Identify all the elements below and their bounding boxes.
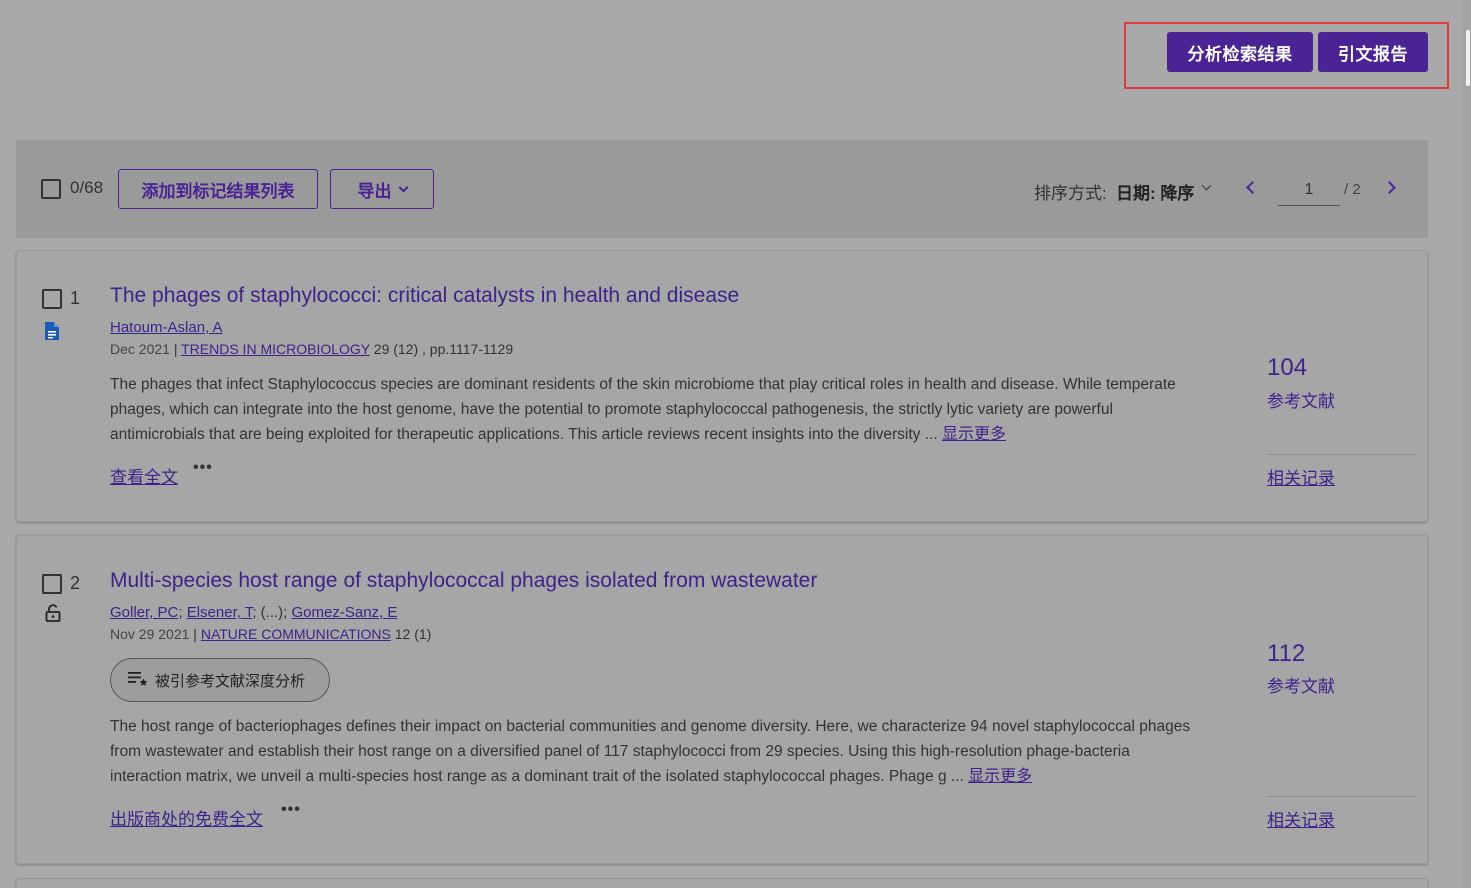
- add-to-marked-list-label: 添加到标记结果列表: [141, 181, 295, 201]
- document-icon: [43, 321, 61, 346]
- author-link[interactable]: Elsener, T: [187, 604, 253, 621]
- enriched-references-label: 被引参考文献深度分析: [155, 672, 306, 690]
- citation-label[interactable]: 参考文献: [1267, 672, 1335, 697]
- select-all-checkbox[interactable]: [41, 179, 61, 199]
- result-source: Dec 2021 | TRENDS IN MICROBIOLOGY 29 (12…: [110, 341, 513, 357]
- result-index: 1: [70, 288, 81, 308]
- divider: [1267, 796, 1417, 797]
- volume-pages: 29 (12) , pp.1117-1129: [373, 341, 514, 357]
- results-toolbar: 0/68 添加到标记结果列表 导出 排序方式: 日期: 降序 / 2: [16, 140, 1428, 238]
- author-link[interactable]: Hatoum-Aslan, A: [110, 319, 223, 336]
- citation-count-link[interactable]: 112: [1267, 640, 1305, 668]
- citation-count-link[interactable]: 104: [1267, 354, 1307, 382]
- result-checkbox[interactable]: [42, 574, 62, 594]
- volume-pages: 12 (1): [394, 626, 432, 642]
- previous-page-icon[interactable]: [1246, 181, 1259, 194]
- publication-date: Nov 29 2021: [110, 626, 190, 642]
- result-card: 2 Multi-species host range of staphyloco…: [16, 535, 1428, 864]
- result-authors: Goller, PC; Elsener, T; (...); Gomez-San…: [110, 604, 397, 621]
- result-index: 2: [70, 573, 81, 593]
- citation-label[interactable]: 参考文献: [1267, 387, 1335, 412]
- result-authors: Hatoum-Aslan, A: [110, 319, 223, 336]
- author-link[interactable]: Goller, PC: [110, 604, 178, 621]
- export-button[interactable]: 导出: [330, 169, 434, 209]
- more-options-icon[interactable]: •••: [281, 801, 301, 819]
- result-card: 1 The phages of staphylococci: critical …: [16, 250, 1428, 522]
- related-records-link[interactable]: 相关记录: [1267, 806, 1335, 831]
- enriched-references-button[interactable]: 被引参考文献深度分析: [110, 658, 330, 702]
- journal-link[interactable]: NATURE COMMUNICATIONS: [201, 626, 391, 642]
- page-total: / 2: [1344, 181, 1361, 198]
- sort-dropdown[interactable]: 日期: 降序: [1116, 179, 1194, 204]
- author-separator: ;: [178, 604, 187, 621]
- result-title-link[interactable]: The phages of staphylococci: critical ca…: [110, 284, 739, 308]
- open-lock-icon: [45, 604, 61, 627]
- result-abstract: The host range of bacteriophages defines…: [110, 714, 1200, 789]
- author-separator: ;: [252, 604, 261, 621]
- separator: |: [193, 626, 201, 642]
- abstract-text: The phages that infect Staphylococcus sp…: [110, 376, 1176, 443]
- result-source: Nov 29 2021 | NATURE COMMUNICATIONS 12 (…: [110, 626, 431, 642]
- page-scrollbar[interactable]: [1463, 0, 1471, 888]
- free-full-text-link[interactable]: 出版商处的免费全文: [110, 805, 263, 830]
- authors-ellipsis[interactable]: (...);: [261, 604, 288, 621]
- more-options-icon[interactable]: •••: [193, 459, 213, 477]
- result-abstract: The phages that infect Staphylococcus sp…: [110, 372, 1200, 447]
- result-card: [16, 878, 1428, 888]
- scrollbar-thumb[interactable]: [1466, 30, 1470, 86]
- sort-label: 排序方式:: [1034, 184, 1107, 203]
- author-link[interactable]: Gomez-Sanz, E: [292, 604, 398, 621]
- next-page-icon[interactable]: [1383, 181, 1396, 194]
- results-page: 分析检索结果 引文报告 0/68 添加到标记结果列表 导出 排序方式: 日期: …: [0, 0, 1471, 888]
- export-label: 导出: [357, 181, 392, 201]
- chevron-down-icon: [398, 182, 408, 192]
- list-star-icon: [127, 669, 149, 691]
- chevron-down-icon[interactable]: [1201, 180, 1212, 191]
- divider: [1267, 454, 1417, 455]
- analyze-results-button[interactable]: 分析检索结果: [1167, 32, 1313, 72]
- citation-report-button[interactable]: 引文报告: [1318, 32, 1428, 72]
- show-more-link[interactable]: 显示更多: [968, 768, 1032, 785]
- view-full-text-link[interactable]: 查看全文: [110, 463, 178, 488]
- related-records-link[interactable]: 相关记录: [1267, 464, 1335, 489]
- result-checkbox[interactable]: [42, 289, 62, 309]
- publication-date: Dec 2021: [110, 341, 170, 357]
- selection-count: 0/68: [70, 178, 104, 197]
- journal-link[interactable]: TRENDS IN MICROBIOLOGY: [181, 341, 370, 357]
- result-title-link[interactable]: Multi-species host range of staphylococc…: [110, 569, 817, 593]
- add-to-marked-list-button[interactable]: 添加到标记结果列表: [118, 169, 318, 209]
- highlighted-action-group: 分析检索结果 引文报告: [1124, 22, 1449, 89]
- show-more-link[interactable]: 显示更多: [942, 426, 1006, 443]
- page-number-input[interactable]: [1278, 174, 1340, 206]
